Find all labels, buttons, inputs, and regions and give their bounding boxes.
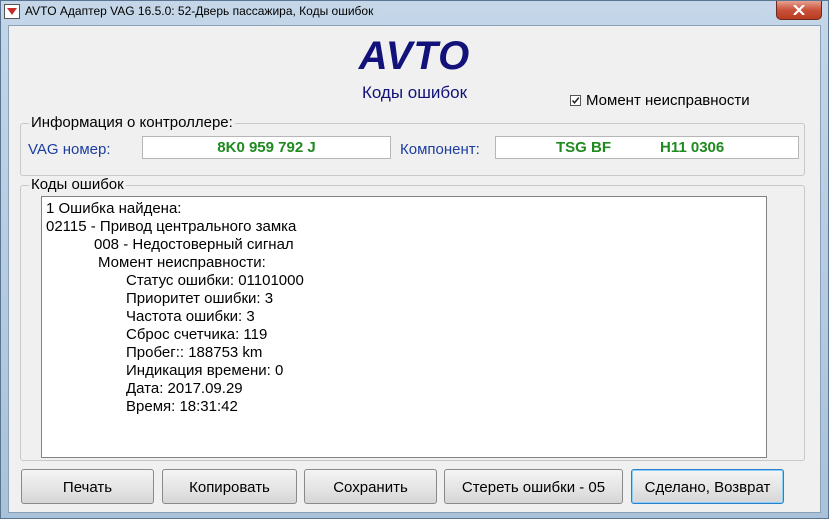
log-line: 02115 - Привод центрального замка [46,218,297,235]
component-label: Компонент: [400,141,480,158]
save-button[interactable]: Сохранить [304,469,437,504]
vag-number-label: VAG номер: [28,141,111,158]
moment-checkbox-label: Момент неисправности [586,92,750,109]
component-version: H11 0306 [660,139,725,156]
log-line: 008 - Недостоверный сигнал [94,236,294,253]
error-log-textbox[interactable]: 1 Ошибка найдена: 02115 - Привод централ… [41,196,767,458]
clear-errors-button[interactable]: Стереть ошибки - 05 [444,469,623,504]
close-icon [793,5,805,15]
log-line: Время: 18:31:42 [126,398,238,415]
controller-info-group: Информация о контроллере: VAG номер: 8K0… [20,114,805,176]
print-button[interactable]: Печать [21,469,154,504]
log-line: Сброс счетчика: 119 [126,326,268,343]
close-button[interactable] [776,1,822,20]
checkbox-box[interactable] [570,95,581,106]
check-mark-icon [571,97,580,104]
vag-number-field: 8K0 959 792 J [142,136,391,159]
log-line: Момент неисправности: [98,254,266,271]
moment-checkbox[interactable]: Момент неисправности [570,92,750,109]
app-icon [4,4,20,19]
button-bar: Печать Копировать Сохранить Стереть ошиб… [21,469,811,505]
error-codes-label: Коды ошибок [29,176,126,193]
copy-button[interactable]: Копировать [162,469,297,504]
controller-info-label: Информация о контроллере: [29,114,235,131]
log-line: Дата: 2017.09.29 [126,380,243,397]
title-bar[interactable]: AVTO Адаптер VAG 16.5.0: 52-Дверь пассаж… [1,1,828,23]
window-title: AVTO Адаптер VAG 16.5.0: 52-Дверь пассаж… [25,4,374,18]
app-window: AVTO Адаптер VAG 16.5.0: 52-Дверь пассаж… [0,0,829,519]
component-name: TSG BF [556,139,611,156]
log-line: Приоритет ошибки: 3 [126,290,274,307]
log-line: Пробег:: 188753 km [126,344,263,361]
error-codes-group: Коды ошибок 1 Ошибка найдена: 02115 - Пр… [20,176,805,461]
log-line: Индикация времени: 0 [126,362,284,379]
log-line: Статус ошибки: 01101000 [126,272,304,289]
component-field: TSG BF H11 0306 [495,136,799,159]
done-return-button[interactable]: Сделано, Возврат [631,469,784,504]
log-line: Частота ошибки: 3 [126,308,255,325]
brand-logo-text: AVTO [358,34,471,78]
dialog-body: AVTO Коды ошибок Момент неисправности Ин… [8,25,821,513]
log-line: 1 Ошибка найдена: [46,200,182,217]
